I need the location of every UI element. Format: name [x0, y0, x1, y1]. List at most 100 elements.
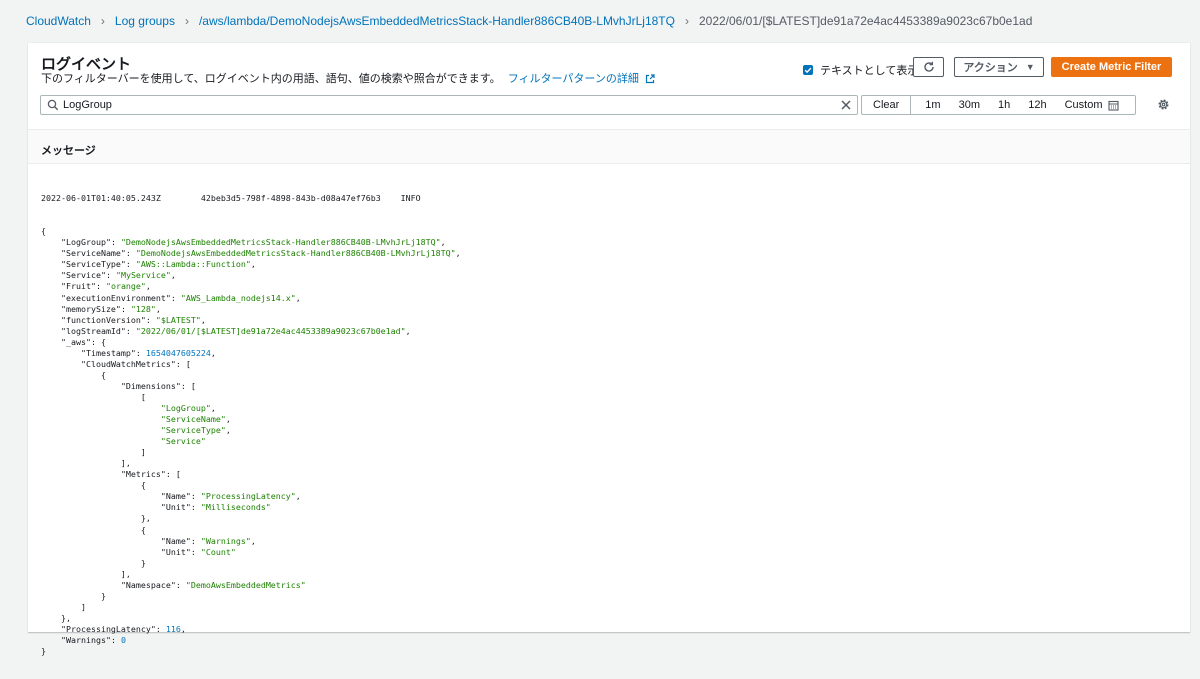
log-json-line: } [41, 646, 461, 657]
json-key: "Unit" [160, 546, 191, 557]
json-punctuation [41, 348, 81, 358]
json-key: "_aws" [60, 336, 91, 347]
refresh-button[interactable] [913, 57, 944, 77]
json-punctuation: }, [41, 513, 151, 524]
log-json-line: } [41, 558, 461, 569]
log-json-line: ], [41, 569, 461, 580]
json-string: "DemoAwsEmbeddedMetrics" [185, 579, 306, 590]
time-1m-button[interactable]: 1m [911, 96, 949, 114]
json-key: "Timestamp" [80, 347, 136, 358]
json-punctuation: , [295, 491, 301, 502]
json-punctuation: , [225, 414, 231, 425]
json-key: "CloudWatchMetrics" [80, 358, 176, 369]
json-string: "Service" [160, 436, 206, 447]
log-json-line: { [41, 480, 461, 491]
log-json-line: "LogGroup": "DemoNodejsAwsEmbeddedMetric… [41, 237, 461, 248]
json-punctuation: }, [41, 612, 71, 623]
json-punctuation [41, 359, 81, 369]
json-punctuation [41, 248, 61, 258]
json-punctuation: , [440, 237, 446, 248]
log-json-body: { "LogGroup": "DemoNodejsAwsEmbeddedMetr… [41, 226, 461, 657]
gear-icon[interactable] [1157, 98, 1170, 111]
json-punctuation: : [175, 579, 186, 590]
actions-label: アクション [963, 62, 1018, 74]
json-string: "ProcessingLatency" [200, 491, 296, 502]
json-punctuation: : [105, 270, 116, 281]
json-punctuation: } [41, 590, 106, 601]
json-punctuation: ] [41, 601, 86, 612]
json-punctuation: , [250, 259, 256, 270]
external-link-icon [645, 74, 655, 84]
json-punctuation [41, 403, 161, 413]
log-json-line: "_aws": { [41, 337, 461, 348]
log-request-id: 42beb3d5-798f-4898-843b-d08a47ef76b3 [200, 193, 381, 204]
filter-pattern-help-label: フィルターパターンの詳細 [507, 73, 639, 85]
log-json-line: "Service" [41, 436, 461, 447]
description-text: 下のフィルターバーを使用して、ログイベント内の用語、語句、値の検索や照合ができま… [41, 73, 501, 85]
check-icon[interactable] [803, 65, 813, 75]
json-key: "Name" [160, 535, 191, 546]
create-metric-filter-button[interactable]: Create Metric Filter [1051, 57, 1172, 77]
json-punctuation: ] [41, 447, 146, 458]
json-punctuation [41, 259, 61, 269]
filter-pattern-help-link[interactable]: フィルターパターンの詳細 [508, 73, 655, 85]
json-punctuation: [ [41, 391, 146, 402]
json-string: "DemoNodejsAwsEmbeddedMetricsStack-Handl… [135, 248, 456, 259]
json-punctuation [41, 281, 61, 291]
json-key: "ServiceType" [60, 259, 126, 270]
json-string: "Milliseconds" [200, 502, 271, 513]
calendar-icon [1107, 100, 1119, 111]
log-json-line: ] [41, 447, 461, 458]
custom-time-button[interactable]: Custom [1056, 96, 1128, 114]
json-punctuation: : [190, 491, 201, 502]
view-as-text-toggle[interactable]: テキストとして表示 [803, 62, 918, 78]
json-punctuation: : [190, 502, 201, 513]
breadcrumb-log-group[interactable]: /aws/lambda/DemoNodejsAwsEmbeddedMetrics… [199, 14, 675, 28]
json-punctuation: ], [41, 458, 131, 469]
json-punctuation: { [41, 480, 146, 491]
json-punctuation: : [125, 248, 136, 259]
json-string: "DemoNodejsAwsEmbeddedMetricsStack-Handl… [120, 237, 441, 248]
json-key: "Unit" [160, 502, 191, 513]
json-punctuation: : [110, 237, 121, 248]
filter-input[interactable] [63, 98, 833, 112]
time-12h-button[interactable]: 12h [1019, 96, 1055, 114]
json-punctuation: , [210, 402, 216, 413]
json-string: "128" [130, 303, 156, 314]
view-as-text-label: テキストとして表示 [820, 65, 919, 77]
time-30m-button[interactable]: 30m [950, 96, 989, 114]
json-punctuation: } [41, 646, 46, 657]
json-key: "Metrics" [120, 469, 166, 480]
json-key: "functionVersion" [60, 314, 146, 325]
json-punctuation: { [41, 226, 46, 237]
log-json-line: "ServiceType", [41, 425, 461, 436]
json-punctuation: , [455, 248, 461, 259]
json-punctuation [41, 491, 161, 501]
json-string: "orange" [105, 281, 146, 292]
json-key: "logStreamId" [60, 325, 126, 336]
json-punctuation: , [145, 281, 151, 292]
message-column-header: メッセージ [28, 129, 1190, 164]
clear-icon[interactable] [840, 99, 852, 111]
breadcrumb-cloudwatch[interactable]: CloudWatch [26, 14, 91, 28]
log-json-line: } [41, 591, 461, 602]
json-string: "AWS::Lambda::Function" [135, 259, 251, 270]
json-punctuation [41, 536, 161, 546]
json-punctuation [41, 547, 161, 557]
clear-time-button[interactable]: Clear [862, 96, 912, 114]
log-json-line: "ProcessingLatency": 116, [41, 624, 461, 635]
log-json-line: }, [41, 513, 461, 524]
json-key: "ProcessingLatency" [60, 623, 156, 634]
json-punctuation [41, 270, 61, 280]
log-json-line: { [41, 370, 461, 381]
json-punctuation: , [250, 535, 256, 546]
json-punctuation: : [120, 303, 131, 314]
actions-button[interactable]: アクション ▼ [954, 57, 1044, 77]
time-1h-button[interactable]: 1h [989, 96, 1019, 114]
json-punctuation: : { [90, 336, 106, 347]
time-range-selector: Clear 1m 30m 1h 12h Custom [861, 95, 1136, 115]
json-punctuation: : [95, 281, 106, 292]
json-punctuation: } [41, 557, 146, 568]
breadcrumb-log-groups[interactable]: Log groups [115, 14, 175, 28]
log-json-line: "memorySize": "128", [41, 304, 461, 315]
